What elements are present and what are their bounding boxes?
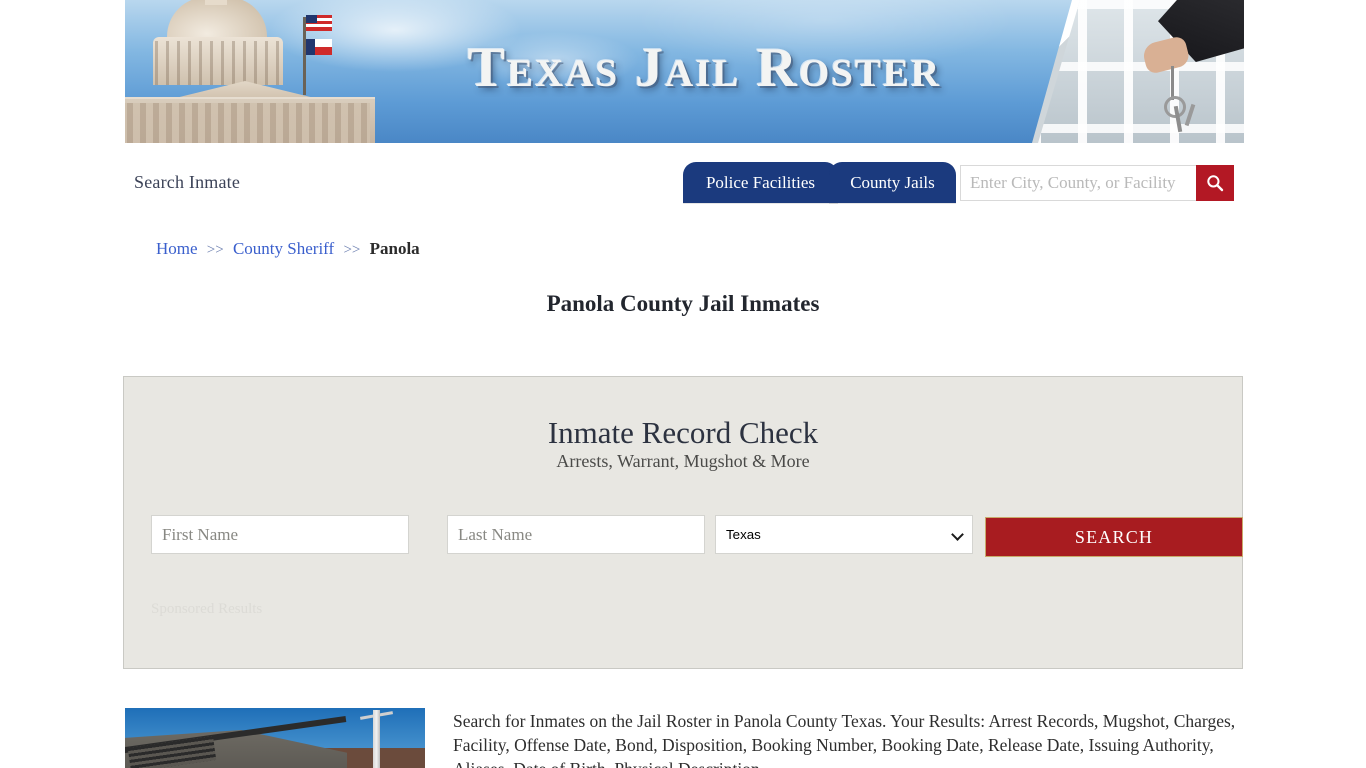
tab-county-jails[interactable]: County Jails xyxy=(829,162,956,203)
breadcrumb: Home >> County Sheriff >> Panola xyxy=(156,239,420,259)
facility-photo xyxy=(125,708,425,768)
brand-search-inmate: Search Inmate xyxy=(134,172,241,192)
first-name-input[interactable] xyxy=(152,516,408,553)
breadcrumb-link-home[interactable]: Home xyxy=(156,239,198,258)
header-search-input[interactable] xyxy=(961,166,1196,200)
state-select[interactable]: Texas xyxy=(715,515,973,554)
inmate-search-form: Texas SEARCH xyxy=(151,515,1243,557)
state-select-field[interactable]: Texas xyxy=(715,515,973,554)
breadcrumb-separator-1: >> xyxy=(206,242,224,258)
page-root: Texas Jail Roster Search Inmate Police F… xyxy=(0,0,1366,768)
inmate-record-check-panel: Inmate Record Check Arrests, Warrant, Mu… xyxy=(123,376,1243,669)
first-name-field[interactable] xyxy=(151,515,409,554)
tab-county-jails-label: County Jails xyxy=(850,172,935,192)
tab-police-facilities[interactable]: Police Facilities xyxy=(683,162,838,203)
navigation-bar: Search Inmate Police Facilities County J… xyxy=(125,143,1244,220)
breadcrumb-separator-2: >> xyxy=(343,242,361,258)
page-title: Panola County Jail Inmates xyxy=(546,291,820,316)
facility-description: Search for Inmates on the Jail Roster in… xyxy=(453,711,1236,768)
panel-subtitle: Arrests, Warrant, Mugshot & More xyxy=(556,451,810,471)
us-flag-icon xyxy=(306,15,332,31)
header-search-button[interactable] xyxy=(1196,165,1234,201)
banner-title: Texas Jail Roster xyxy=(467,37,942,99)
breadcrumb-current-panola: Panola xyxy=(369,239,420,258)
last-name-field[interactable] xyxy=(447,515,705,554)
header-search-field[interactable] xyxy=(960,165,1196,201)
breadcrumb-link-county-sheriff[interactable]: County Sheriff xyxy=(233,239,334,258)
panel-title: Inmate Record Check xyxy=(547,415,819,450)
search-icon xyxy=(1207,175,1224,192)
site-banner: Texas Jail Roster xyxy=(125,0,1244,143)
sponsored-results-label: Sponsored Results xyxy=(151,601,263,617)
tab-police-facilities-label: Police Facilities xyxy=(705,172,816,192)
inmate-search-button[interactable]: SEARCH xyxy=(985,517,1243,557)
last-name-input[interactable] xyxy=(448,516,704,553)
